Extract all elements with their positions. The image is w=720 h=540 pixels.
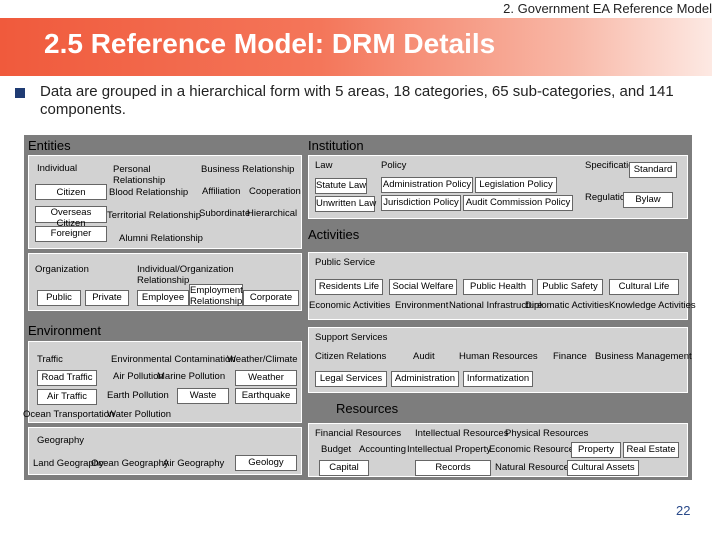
- economic-resources-box: Economic Resources: [489, 444, 579, 455]
- subordinate-box: Subordinate: [199, 208, 251, 219]
- administration-box: Administration: [391, 371, 459, 387]
- standard-box: Standard: [629, 162, 677, 178]
- institution-panel: Law Statute Law Unwritten Law Policy Adm…: [308, 155, 688, 219]
- drm-diagram: Entities Individual Citizen Overseas Cit…: [23, 135, 696, 480]
- slide-header: 2. Government EA Reference Model: [0, 0, 720, 18]
- geology-box: Geology: [235, 455, 297, 471]
- air-traffic-box: Air Traffic: [37, 389, 97, 405]
- audit-box: Audit: [413, 351, 435, 362]
- physical-resources-label: Physical Resources: [505, 428, 589, 439]
- earth-pollution-box: Earth Pollution: [107, 390, 169, 401]
- entities-title: Entities: [28, 138, 71, 153]
- cultural-life-box: Cultural Life: [609, 279, 679, 295]
- jurisdiction-policy-box: Jurisdiction Policy: [381, 195, 461, 211]
- affiliation-box: Affiliation: [202, 186, 241, 197]
- environment-title: Environment: [28, 323, 101, 338]
- bullet-icon: [15, 88, 25, 98]
- human-resources-box: Human Resources: [459, 351, 538, 362]
- economic-activities-box: Economic Activities: [309, 300, 391, 311]
- business-relationship-box: Business Relationship: [201, 164, 295, 175]
- water-pollution-box: Water Pollution: [107, 409, 172, 420]
- public-health-box: Public Health: [463, 279, 533, 295]
- environment-panel: Traffic Road Traffic Air Traffic Ocean T…: [23, 341, 302, 423]
- geography-panel: Geography Land Geography Ocean Geography…: [28, 427, 302, 475]
- hierarchical-box: Hierarchical: [247, 208, 298, 219]
- section-title: 2. Government EA Reference Model: [503, 1, 712, 16]
- personal-relationship-box: Personal Relationship: [113, 164, 166, 186]
- earthquake-box: Earthquake: [235, 388, 297, 404]
- capital-box: Capital: [319, 460, 369, 476]
- employment-relationship-box: Employment Relationship: [189, 284, 243, 307]
- support-services-panel: Support Services Citizen Relations Audit…: [308, 327, 692, 393]
- overseas-citizen-box: Overseas Citizen: [35, 206, 107, 229]
- bylaw-box: Bylaw: [623, 192, 673, 208]
- citizen-box: Citizen: [35, 184, 107, 200]
- weather-climate-label: Weather/Climate: [227, 354, 298, 365]
- ocean-geography-box: Ocean Geography: [91, 458, 169, 469]
- intellectual-resources-label: Intellectual Resources: [415, 428, 509, 439]
- alumni-relationship-box: Alumni Relationship: [119, 233, 203, 244]
- marine-pollution-box: Marine Pollution: [157, 371, 226, 382]
- organization-label: Organization: [35, 264, 89, 275]
- contamination-label: Environmental Contamination: [111, 354, 236, 365]
- knowledge-activities-box: Knowledge Activities: [609, 300, 696, 311]
- diplomatic-activities-box: Diplomatic Activities: [525, 300, 609, 311]
- public-safety-box: Public Safety: [537, 279, 603, 295]
- public-box: Public: [37, 290, 81, 306]
- blood-relationship-box: Blood Relationship: [109, 187, 189, 198]
- geography-label: Geography: [37, 435, 85, 446]
- weather-box: Weather: [235, 370, 297, 386]
- cultural-assets-box: Cultural Assets: [567, 460, 639, 476]
- support-services-label: Support Services: [315, 332, 388, 343]
- property-box: Property: [571, 442, 621, 458]
- social-welfare-box: Social Welfare: [389, 279, 457, 295]
- corporate-box: Corporate: [243, 290, 299, 306]
- environment-activity-box: Environment: [395, 300, 449, 311]
- residents-life-box: Residents Life: [315, 279, 383, 295]
- entities-individual-panel: Individual Citizen Overseas Citizen Fore…: [28, 155, 302, 249]
- business-management-box: Business Management: [595, 351, 692, 362]
- legislation-policy-box: Legislation Policy: [475, 177, 557, 193]
- records-box: Records: [415, 460, 491, 476]
- waste-box: Waste: [177, 388, 229, 404]
- air-geography-box: Air Geography: [163, 458, 225, 469]
- road-traffic-box: Road Traffic: [37, 370, 97, 386]
- intellectual-property-box: Intellectual Property: [407, 444, 491, 455]
- entities-organization-panel: Organization Public Private Individual/O…: [28, 253, 302, 311]
- statute-law-box: Statute Law: [315, 178, 367, 194]
- slide-title: 2.5 Reference Model: DRM Details: [44, 28, 496, 59]
- individual-label: Individual: [37, 163, 78, 174]
- territorial-relationship-box: Territorial Relationship: [107, 210, 201, 221]
- employee-box: Employee: [137, 290, 189, 306]
- resources-panel: Financial Resources Budget Accounting Ca…: [308, 423, 688, 477]
- administration-policy-box: Administration Policy: [381, 177, 473, 193]
- cooperation-box: Cooperation: [249, 186, 301, 197]
- finance-box: Finance: [553, 351, 587, 362]
- budget-box: Budget: [321, 444, 352, 455]
- accounting-box: Accounting: [359, 444, 407, 455]
- traffic-label: Traffic: [37, 354, 63, 365]
- description-text: Data are grouped in a hierarchical form …: [40, 83, 674, 118]
- unwritten-law-box: Unwritten Law: [315, 196, 376, 212]
- ind-org-label: Individual/Organization Relationship: [137, 264, 234, 286]
- foreigner-box: Foreigner: [35, 226, 107, 242]
- public-service-label: Public Service: [315, 257, 376, 268]
- private-box: Private: [85, 290, 129, 306]
- informatization-box: Informatization: [463, 371, 533, 387]
- ocean-transportation-box: Ocean Transportation: [23, 409, 115, 420]
- financial-resources-label: Financial Resources: [315, 428, 402, 439]
- citizen-relations-box: Citizen Relations: [315, 351, 387, 362]
- institution-title: Institution: [308, 138, 364, 153]
- public-service-panel: Public Service Residents Life Social Wel…: [308, 252, 696, 320]
- page-number: 22: [676, 503, 691, 518]
- natural-resources-box: Natural Resources: [495, 462, 574, 473]
- legal-services-box: Legal Services: [315, 371, 387, 387]
- activities-title: Activities: [308, 227, 360, 242]
- real-estate-box: Real Estate: [623, 442, 679, 458]
- resources-title: Resources: [336, 401, 399, 416]
- audit-commission-policy-box: Audit Commission Policy: [463, 195, 573, 211]
- policy-label: Policy: [381, 160, 407, 171]
- law-label: Law: [315, 160, 333, 171]
